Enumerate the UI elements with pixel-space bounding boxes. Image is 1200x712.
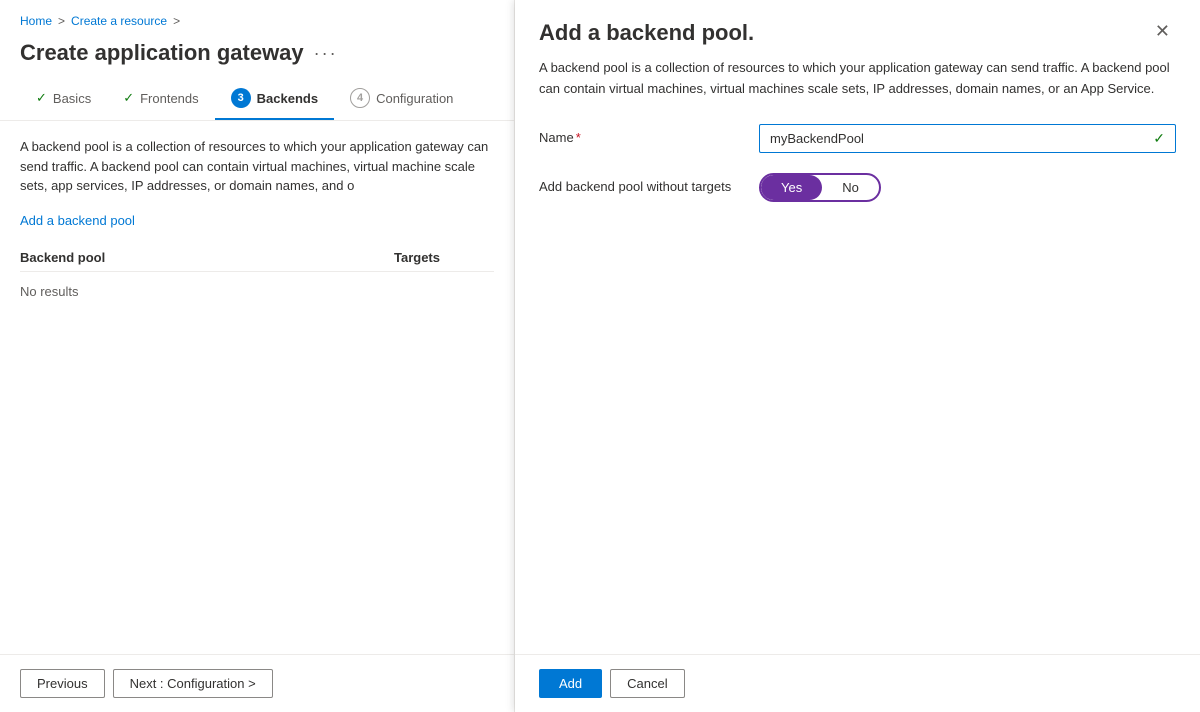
tab-frontends[interactable]: ✓ Frontends bbox=[107, 80, 214, 118]
page-title: Create application gateway bbox=[20, 40, 304, 66]
flyout-footer: Add Cancel bbox=[515, 654, 1200, 712]
tab-configuration-label: Configuration bbox=[376, 91, 453, 106]
breadcrumb-sep2: > bbox=[173, 14, 180, 28]
table-empty-message: No results bbox=[20, 272, 494, 311]
breadcrumb: Home > Create a resource > bbox=[0, 0, 514, 36]
left-panel: Home > Create a resource > Create applic… bbox=[0, 0, 515, 712]
tab-backends[interactable]: 3 Backends bbox=[215, 78, 334, 120]
add-backend-pool-link[interactable]: Add a backend pool bbox=[20, 213, 135, 228]
cancel-button[interactable]: Cancel bbox=[610, 669, 684, 698]
next-button[interactable]: Next : Configuration > bbox=[113, 669, 273, 698]
name-check-icon: ✓ bbox=[1153, 130, 1165, 147]
tab-basics-label: Basics bbox=[53, 91, 91, 106]
col-targets-header: Targets bbox=[394, 250, 494, 265]
name-label: Name* bbox=[539, 124, 739, 145]
frontends-check-icon: ✓ bbox=[123, 90, 134, 106]
table-header: Backend pool Targets bbox=[20, 244, 494, 272]
tab-basics[interactable]: ✓ Basics bbox=[20, 80, 107, 118]
flyout-description: A backend pool is a collection of resour… bbox=[539, 58, 1176, 100]
add-button[interactable]: Add bbox=[539, 669, 602, 698]
flyout-content: A backend pool is a collection of resour… bbox=[515, 58, 1200, 654]
toggle-control-wrap: Yes No bbox=[759, 173, 1176, 202]
flyout-header: Add a backend pool. ✕ bbox=[515, 0, 1200, 58]
tab-configuration[interactable]: 4 Configuration bbox=[334, 78, 469, 120]
name-form-row: Name* myBackendPool ✓ bbox=[539, 124, 1176, 153]
breadcrumb-home[interactable]: Home bbox=[20, 14, 52, 28]
backends-badge: 3 bbox=[231, 88, 251, 108]
name-input-display[interactable]: myBackendPool ✓ bbox=[759, 124, 1176, 153]
breadcrumb-sep1: > bbox=[58, 14, 65, 28]
tab-frontends-label: Frontends bbox=[140, 91, 199, 106]
flyout-panel: Add a backend pool. ✕ A backend pool is … bbox=[515, 0, 1200, 712]
more-options-icon[interactable]: ··· bbox=[314, 43, 338, 64]
breadcrumb-create-resource[interactable]: Create a resource bbox=[71, 14, 167, 28]
yes-no-toggle: Yes No bbox=[759, 173, 881, 202]
left-content: A backend pool is a collection of resour… bbox=[0, 121, 514, 654]
name-control-wrap: myBackendPool ✓ bbox=[759, 124, 1176, 153]
flyout-title: Add a backend pool. bbox=[539, 20, 754, 46]
basics-check-icon: ✓ bbox=[36, 90, 47, 106]
flyout-close-button[interactable]: ✕ bbox=[1149, 20, 1176, 42]
left-footer: Previous Next : Configuration > bbox=[0, 654, 514, 712]
col-pool-header: Backend pool bbox=[20, 250, 394, 265]
tabs-bar: ✓ Basics ✓ Frontends 3 Backends 4 Config… bbox=[0, 78, 514, 121]
backends-description: A backend pool is a collection of resour… bbox=[20, 137, 494, 196]
configuration-badge: 4 bbox=[350, 88, 370, 108]
toggle-label: Add backend pool without targets bbox=[539, 173, 739, 194]
toggle-form-row: Add backend pool without targets Yes No bbox=[539, 173, 1176, 202]
tab-backends-label: Backends bbox=[257, 91, 318, 106]
previous-button[interactable]: Previous bbox=[20, 669, 105, 698]
name-input-value: myBackendPool bbox=[770, 131, 864, 146]
page-title-row: Create application gateway ··· bbox=[0, 36, 514, 78]
toggle-yes-button[interactable]: Yes bbox=[761, 175, 822, 200]
toggle-no-button[interactable]: No bbox=[822, 175, 879, 200]
